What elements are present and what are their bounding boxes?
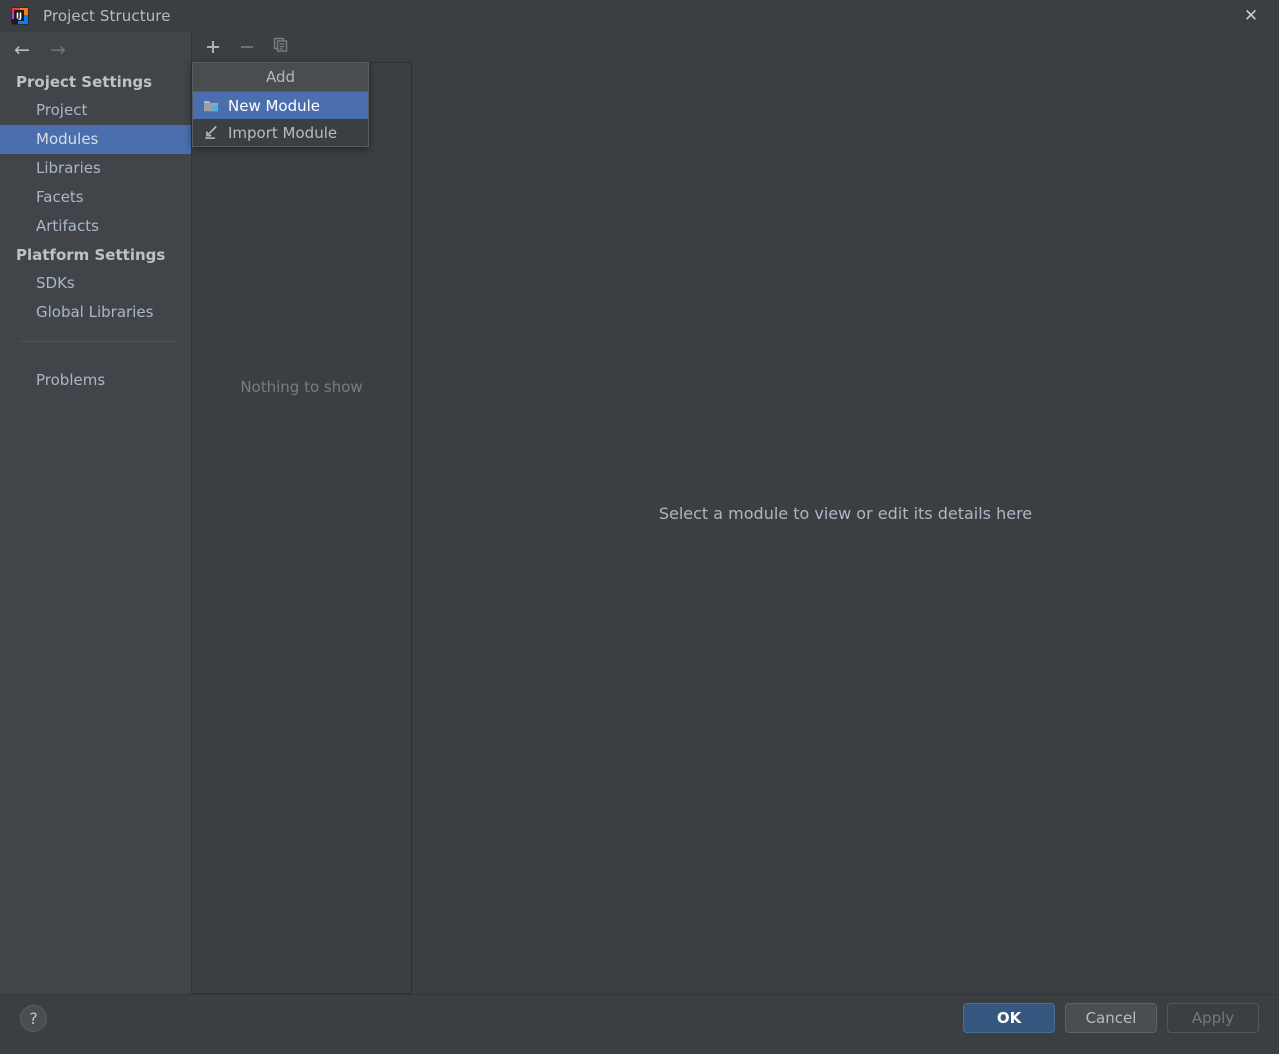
sidebar-item-modules[interactable]: Modules [0,125,191,154]
sidebar-item-facets[interactable]: Facets [0,183,191,212]
window-title: Project Structure [43,7,171,25]
empty-state-label: Nothing to show [240,378,363,396]
menu-item-label: Import Module [228,123,338,142]
cancel-button[interactable]: Cancel [1065,1003,1157,1033]
menu-item-label: New Module [228,96,321,115]
add-popup-menu: Add New Module Import Module [192,62,369,147]
new-module-folder-icon [202,98,220,114]
close-icon[interactable]: ✕ [1223,0,1279,32]
intellij-idea-logo-icon: IJ [11,7,29,25]
module-detail-panel: Select a module to view or edit its deta… [412,32,1279,994]
sidebar-item-artifacts[interactable]: Artifacts [0,212,191,241]
svg-text:IJ: IJ [16,12,22,21]
menu-item-import-module[interactable]: Import Module [193,119,368,146]
sidebar-group-project-settings: Project Settings [16,73,153,91]
remove-module-button[interactable] [236,36,258,58]
copy-module-button[interactable] [270,36,292,58]
sidebar-item-sdks[interactable]: SDKs [0,269,191,298]
sidebar-item-project[interactable]: Project [0,96,191,125]
modules-listbox[interactable]: Nothing to show [192,62,412,994]
add-module-button[interactable] [202,36,224,58]
help-button[interactable]: ? [20,1005,47,1032]
modules-toolbar [192,32,412,62]
sidebar-item-global-libraries[interactable]: Global Libraries [0,298,191,327]
dialog-footer: ? OK Cancel Apply [0,994,1279,1054]
title-bar: IJ Project Structure ✕ [0,0,1279,32]
minus-icon [240,37,254,58]
sidebar-nav-arrows: ← → [0,32,191,68]
modules-list-panel: Nothing to show [192,32,412,994]
settings-sidebar: ← → Project Settings Project Modules Lib… [0,32,192,994]
sidebar-item-libraries[interactable]: Libraries [0,154,191,183]
import-module-arrow-icon [202,125,220,141]
ok-button[interactable]: OK [963,1003,1055,1033]
detail-placeholder-message: Select a module to view or edit its deta… [658,504,1033,523]
dialog-button-row: OK Cancel Apply [963,1003,1259,1033]
project-structure-dialog: IJ Project Structure ✕ ← → Project Setti… [0,0,1279,1054]
forward-arrow-icon[interactable]: → [48,40,68,60]
popup-menu-title: Add [193,63,368,92]
sidebar-item-problems[interactable]: Problems [0,366,191,395]
plus-icon [206,37,220,58]
copy-icon [273,37,289,57]
sidebar-group-platform-settings: Platform Settings [16,246,166,264]
back-arrow-icon[interactable]: ← [12,40,32,60]
apply-button: Apply [1167,1003,1259,1033]
menu-item-new-module[interactable]: New Module [193,92,368,119]
